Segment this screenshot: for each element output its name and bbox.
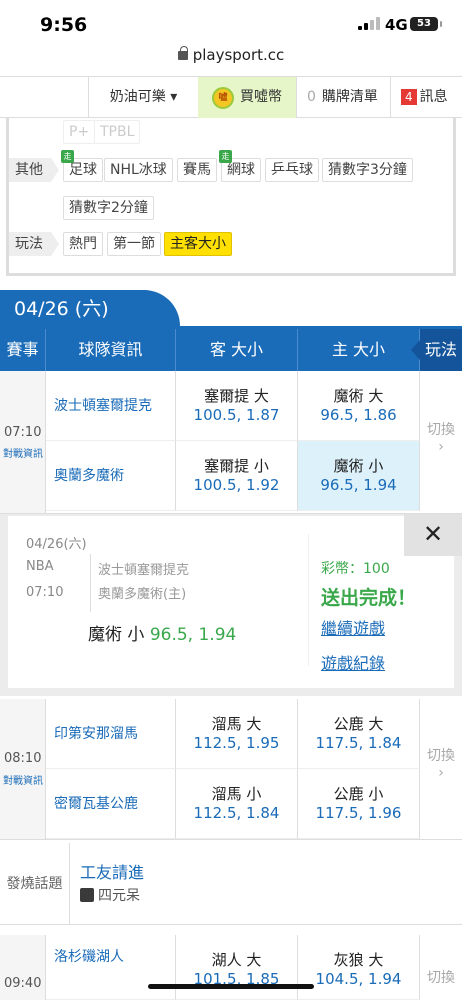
sport-tag-guess3[interactable]: 猜數字3分鐘 — [322, 158, 413, 182]
sport-tag-horse[interactable]: 賽馬 — [177, 158, 217, 182]
odds-home-over[interactable]: 魔術 大 96.5, 1.86 — [298, 371, 420, 441]
col-home: 主 大小 — [298, 329, 420, 371]
cart-button[interactable]: 0 購牌清單 — [296, 77, 390, 118]
play-tag-total[interactable]: 主客大小 — [164, 232, 232, 256]
switch-button[interactable]: 切換 › — [420, 419, 462, 455]
divider — [90, 554, 91, 612]
odds-home-over[interactable]: 灰狼 大 104.5, 1.94 — [298, 935, 420, 1000]
sport-tag-guess2[interactable]: 猜數字2分鐘 — [63, 196, 154, 220]
battery-icon: 53 — [410, 17, 442, 31]
bet-league: NBA — [26, 559, 54, 574]
play-tag-q1[interactable]: 第一節 — [107, 232, 161, 256]
home-team[interactable]: 奧蘭多魔術 — [46, 441, 176, 511]
odds-away-under[interactable]: 塞爾提 小 100.5, 1.92 — [176, 441, 298, 511]
lock-icon — [177, 46, 188, 60]
network-label: 4G — [385, 16, 408, 34]
chevron-right-icon: › — [438, 439, 444, 455]
hot-topic[interactable]: 發燒話題 工友請進 四元呆 — [0, 843, 462, 925]
buy-coin-button[interactable]: 噓 買噓幣 — [198, 77, 296, 118]
home-indicator[interactable] — [148, 984, 314, 989]
continue-game-link[interactable]: 繼續遊戲 — [321, 615, 385, 639]
home-team[interactable]: 密爾瓦基公鹿 — [46, 769, 176, 839]
play-label: 玩法 — [9, 232, 59, 256]
bet-home-team: 奧蘭多魔術(主) — [98, 587, 187, 602]
close-icon[interactable]: ✕ — [404, 514, 462, 556]
game-time-cell: 09:40 — [0, 935, 46, 1000]
game-time: 08:10 — [4, 751, 42, 766]
hot-topic-author: 四元呆 — [80, 885, 140, 905]
game-time: 07:10 — [4, 425, 42, 440]
bet-time: 07:10 — [26, 585, 64, 600]
away-team[interactable]: 洛杉磯湖人 — [46, 935, 176, 1000]
hot-topic-label: 發燒話題 — [0, 843, 70, 925]
cart-label: 購牌清單 — [321, 89, 378, 105]
sport-tag-tennis[interactable]: 走網球 — [219, 150, 261, 182]
user-menu[interactable]: 奶油可樂 ▾ — [88, 77, 198, 118]
hot-topic-title[interactable]: 工友請進 — [80, 859, 144, 883]
submit-done-text: 送出完成！ — [321, 587, 417, 609]
league-tag-tpbl[interactable]: TPBL — [94, 120, 141, 144]
new-badge: 走 — [219, 150, 232, 163]
switch-button[interactable]: 切換 › — [420, 745, 462, 781]
message-count-badge: 4 — [401, 89, 417, 105]
odds-home-under-selected[interactable]: 魔術 小 96.5, 1.94 — [298, 441, 420, 511]
game-time: 09:40 — [4, 976, 42, 991]
other-label: 其他 — [9, 158, 59, 182]
messages-label: 訊息 — [419, 89, 448, 105]
odds-home-under[interactable]: 公鹿 小 117.5, 1.96 — [298, 769, 420, 839]
chevron-right-icon: › — [438, 765, 444, 781]
sport-tag-soccer[interactable]: 走足球 — [61, 150, 103, 182]
filter-panel: P+ TPBL 其他 走足球 NHL冰球 賽馬 走網球 乒乓球 猜數字3分鐘 猜… — [6, 118, 456, 276]
play-tag-hot[interactable]: 熱門 — [63, 232, 103, 256]
bet-confirm-card: 04/26(六) NBA 07:10 波士頓塞爾提克 奧蘭多魔術(主) 魔術 小… — [8, 516, 454, 688]
messages-button[interactable]: 4 訊息 — [390, 77, 462, 118]
game-record-link[interactable]: 遊戲紀錄 — [321, 650, 385, 674]
bet-cost: 彩幣：100 — [321, 561, 390, 577]
new-badge: 走 — [61, 150, 74, 163]
url-text: playsport.cc — [192, 46, 285, 64]
col-event: 賽事 — [0, 329, 46, 371]
buy-coin-label: 買噓幣 — [240, 89, 282, 105]
col-away: 客 大小 — [176, 329, 298, 371]
cart-count: 0 — [307, 89, 316, 105]
bet-away-team: 波士頓塞爾提克 — [98, 563, 190, 578]
bet-pick: 魔術 小 96.5, 1.94 — [88, 625, 237, 645]
bet-confirm-panel: 04/26(六) NBA 07:10 波士頓塞爾提克 奧蘭多魔術(主) 魔術 小… — [0, 514, 462, 696]
status-bar: 9:56 4G 53 — [0, 0, 462, 46]
league-tag-pplus[interactable]: P+ — [63, 120, 96, 144]
bet-date: 04/26(六) — [26, 537, 87, 552]
col-team: 球隊資訊 — [46, 329, 176, 371]
coin-icon: 噓 — [212, 87, 234, 109]
date-tab: 04/26 (六) — [0, 290, 180, 328]
switch-button[interactable]: 切換 — [420, 967, 462, 987]
odds-away-over[interactable]: 塞爾提 大 100.5, 1.87 — [176, 371, 298, 441]
odds-away-under[interactable]: 溜馬 小 112.5, 1.84 — [176, 769, 298, 839]
odds-away-over[interactable]: 溜馬 大 112.5, 1.95 — [176, 699, 298, 769]
away-team[interactable]: 波士頓塞爾提克 — [46, 371, 176, 441]
game-row: 08:10 對戰資訊 印第安那溜馬 密爾瓦基公鹿 溜馬 大 112.5, 1.95… — [0, 699, 462, 840]
clock: 9:56 — [40, 14, 88, 36]
top-nav: 奶油可樂 ▾ 噓 買噓幣 0 購牌清單 4 訊息 — [0, 76, 462, 118]
col-play[interactable]: 玩法 — [411, 329, 462, 371]
divider — [308, 534, 309, 666]
game-time-cell: 08:10 對戰資訊 — [0, 699, 46, 839]
signal-icon — [358, 16, 380, 30]
game-row: 09:40 洛杉磯湖人 湖人 大 101.5, 1.85 灰狼 大 104.5, 1… — [0, 935, 462, 1000]
odds-away-over[interactable]: 湖人 大 101.5, 1.85 — [176, 935, 298, 1000]
game-time-cell: 07:10 對戰資訊 — [0, 371, 46, 513]
game-row: 07:10 對戰資訊 波士頓塞爾提克 奧蘭多魔術 塞爾提 大 100.5, 1.8… — [0, 371, 462, 514]
author-avatar-icon — [80, 888, 94, 902]
odds-home-over[interactable]: 公鹿 大 117.5, 1.84 — [298, 699, 420, 769]
battle-info-link[interactable]: 對戰資訊 — [3, 445, 43, 460]
address-bar[interactable]: playsport.cc — [0, 46, 462, 76]
sport-tag-nhl[interactable]: NHL冰球 — [104, 158, 173, 182]
table-header: 賽事 球隊資訊 客 大小 主 大小 玩法 — [0, 329, 462, 371]
away-team[interactable]: 印第安那溜馬 — [46, 699, 176, 769]
battle-info-link[interactable]: 對戰資訊 — [3, 772, 43, 787]
sport-tag-pingpong[interactable]: 乒乓球 — [265, 158, 319, 182]
